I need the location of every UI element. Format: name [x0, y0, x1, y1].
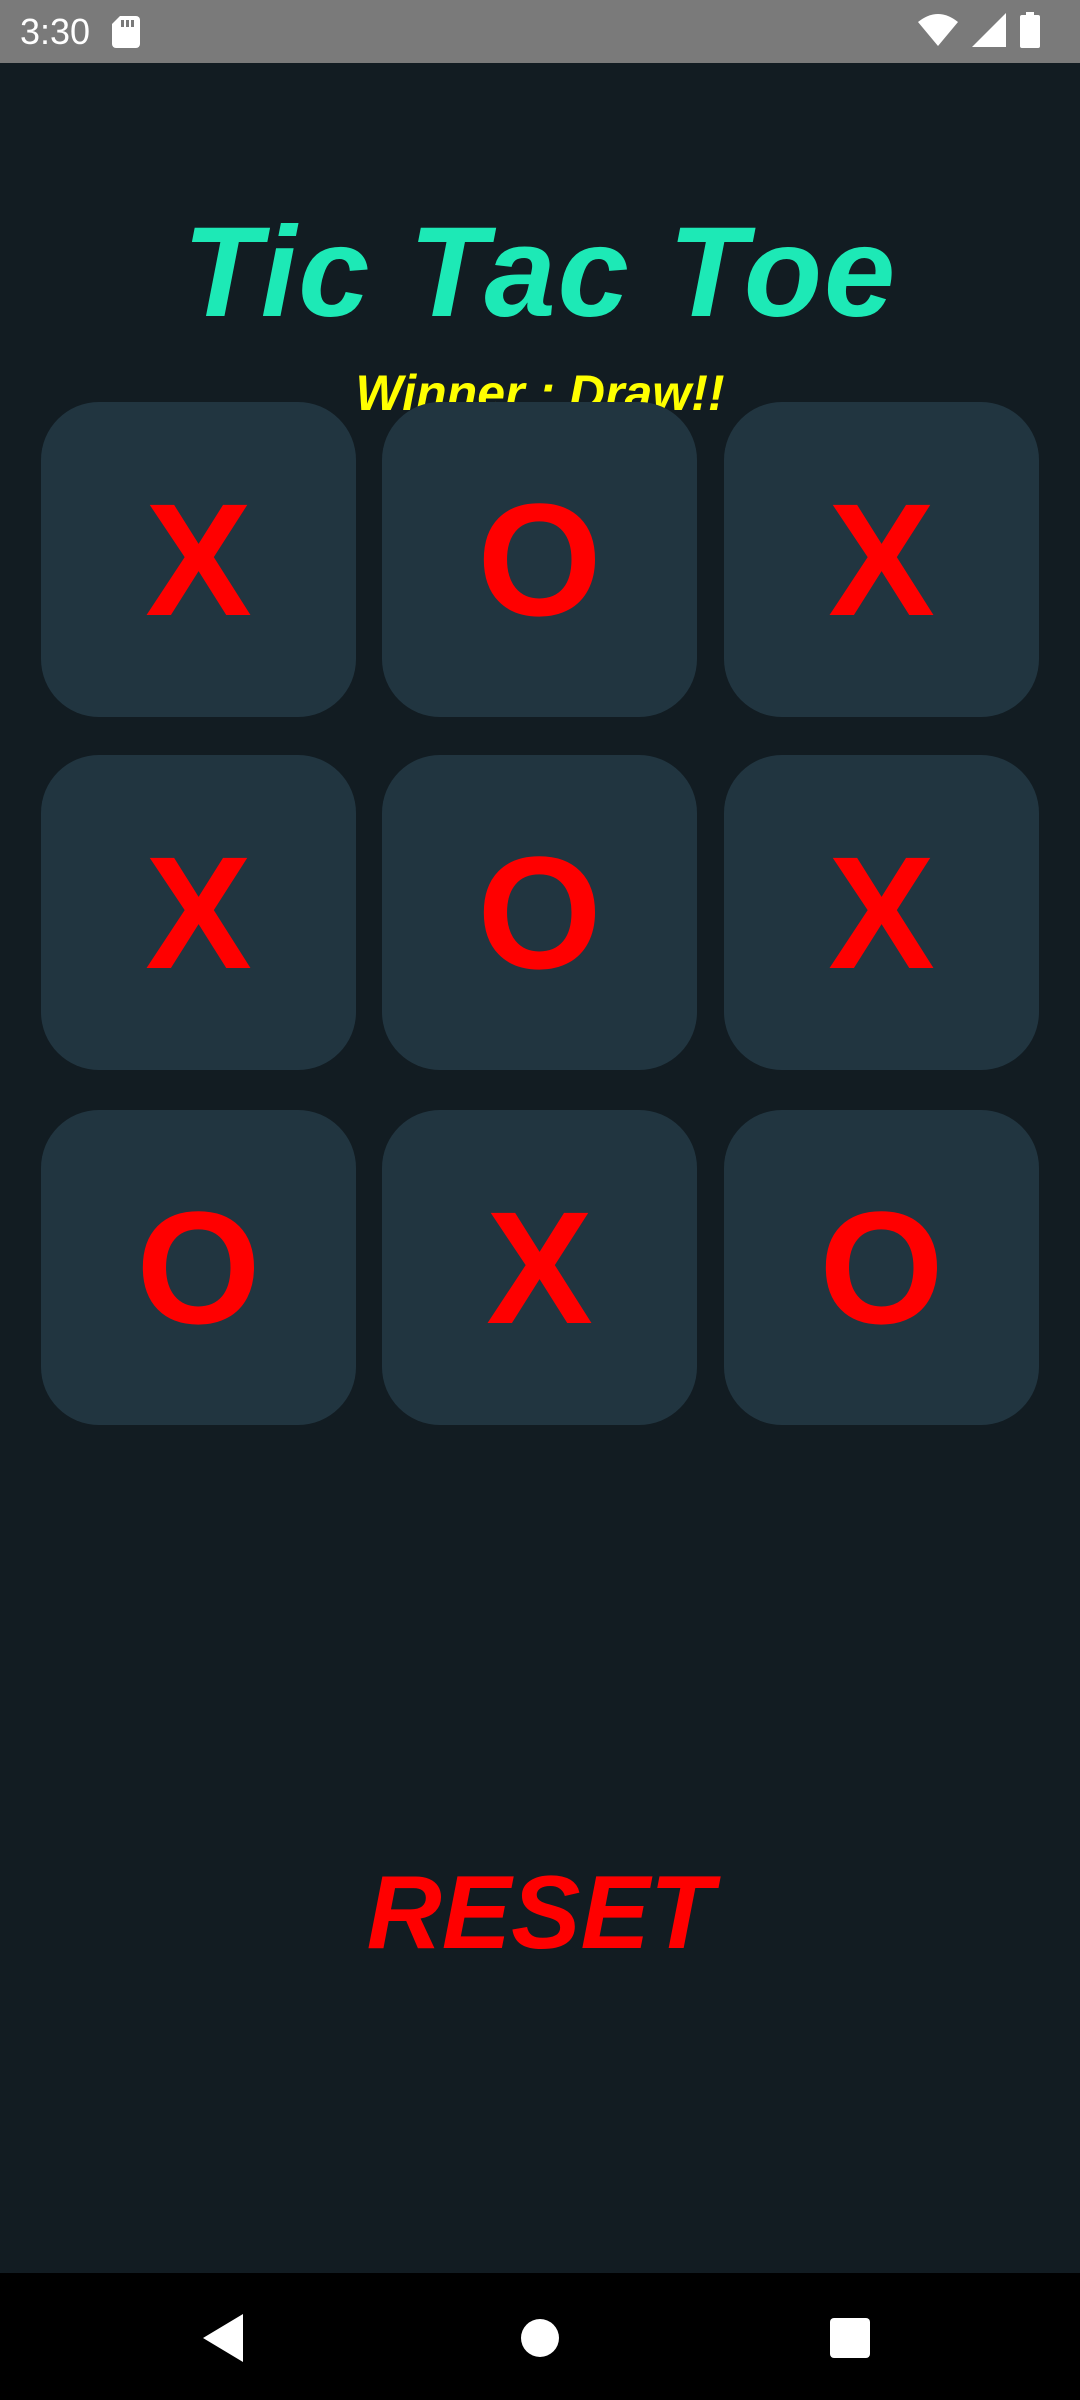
board-cell-2-0[interactable]: O [41, 1110, 356, 1425]
wifi-icon [918, 13, 958, 51]
cell-mark: X [145, 469, 252, 649]
board-cell-2-2[interactable]: O [724, 1110, 1039, 1425]
board-cell-1-0[interactable]: X [41, 755, 356, 1070]
page-title: Tic Tac Toe [182, 201, 898, 344]
status-time: 3:30 [20, 11, 91, 52]
home-icon[interactable] [505, 2303, 575, 2373]
board-cell-0-1[interactable]: O [382, 402, 697, 717]
cell-mark: X [145, 822, 252, 1002]
signal-icon [972, 12, 1006, 52]
app-screen: Tic Tac Toe Winner : Draw!! X O X X O X … [0, 63, 1080, 2273]
board-cell-1-1[interactable]: O [382, 755, 697, 1070]
cell-mark: X [486, 1177, 593, 1357]
recents-icon[interactable] [815, 2303, 885, 2373]
cell-mark: O [136, 1177, 261, 1357]
cell-mark: X [828, 469, 935, 649]
battery-icon [1020, 11, 1040, 53]
back-icon[interactable] [190, 2303, 260, 2373]
board-cell-0-2[interactable]: X [724, 402, 1039, 717]
cell-mark: O [477, 822, 602, 1002]
status-bar: 3:30 [0, 0, 1080, 63]
cell-mark: O [477, 469, 602, 649]
cell-mark: X [828, 822, 935, 1002]
status-icons [918, 11, 1040, 53]
cell-mark: O [819, 1177, 944, 1357]
board-cell-0-0[interactable]: X [41, 402, 356, 717]
navigation-bar [0, 2273, 1080, 2400]
board-cell-1-2[interactable]: X [724, 755, 1039, 1070]
sd-card-icon [112, 16, 140, 48]
board-cell-2-1[interactable]: X [382, 1110, 697, 1425]
reset-button[interactable]: RESET [0, 1853, 1080, 1973]
